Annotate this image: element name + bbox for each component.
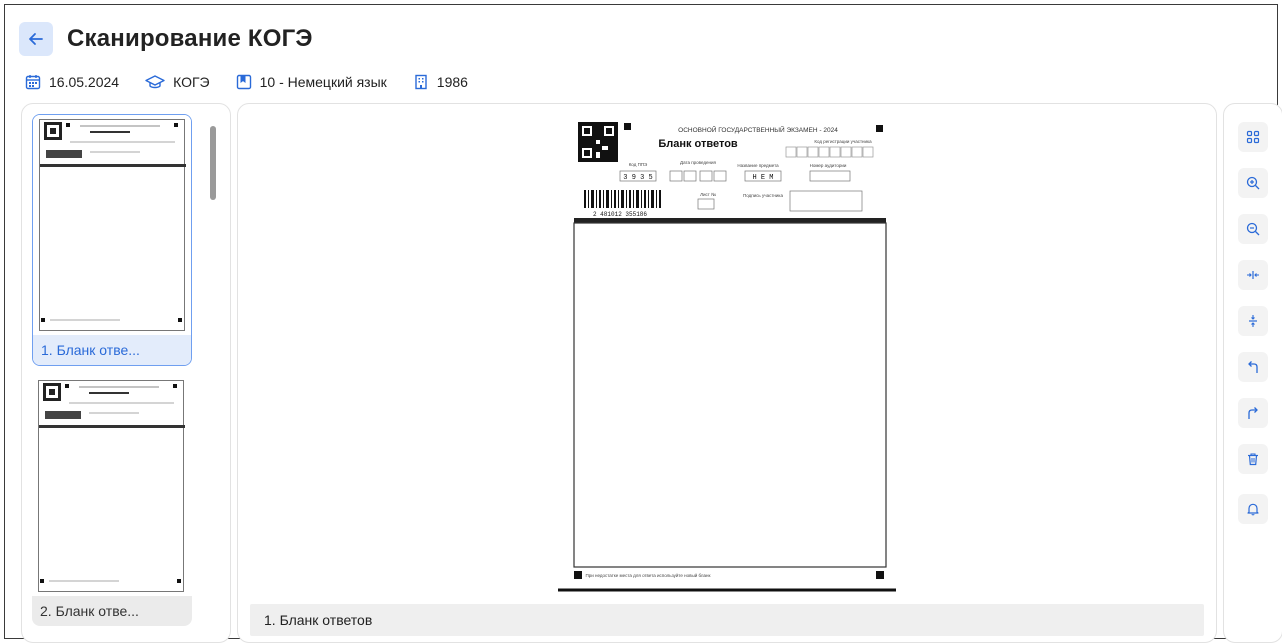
doc-date-label: Дата проведения xyxy=(680,160,717,165)
meta-date-text: 16.05.2024 xyxy=(49,74,120,90)
thumbnail-panel[interactable]: 1. Бланк отве... 2. Бланк отве... xyxy=(21,103,231,643)
answer-sheet-graphic: ОСНОВНОЙ ГОСУДАРСТВЕННЫЙ ЭКЗАМЕН - 2024 … xyxy=(558,122,896,592)
doc-subject-value: Н Е М xyxy=(752,174,773,182)
doc-barcode-text: 2 481012 355186 xyxy=(593,211,647,218)
app-window: Сканирование КОГЭ 16.05.2024 КОГЭ 10 - Н… xyxy=(4,4,1282,643)
document-viewer[interactable]: ОСНОВНОЙ ГОСУДАРСТВЕННЫЙ ЭКЗАМЕН - 2024 … xyxy=(237,103,1217,643)
page-title: Сканирование КОГЭ xyxy=(67,25,313,52)
thumbnail-image xyxy=(32,376,192,596)
fit-width-button[interactable] xyxy=(1238,260,1268,290)
zoom-out-button[interactable] xyxy=(1238,214,1268,244)
doc-ppe-label: Код ППЭ xyxy=(629,162,648,167)
meta-code-text: 1986 xyxy=(436,74,468,90)
rotate-left-icon xyxy=(1248,361,1258,373)
doc-sheet-label: Лист № xyxy=(700,192,716,197)
rotate-right-icon xyxy=(1248,407,1258,419)
mini-form-graphic xyxy=(40,122,186,322)
bell-icon xyxy=(1247,503,1259,516)
scanned-document: ОСНОВНОЙ ГОСУДАРСТВЕННЫЙ ЭКЗАМЕН - 2024 … xyxy=(558,116,896,592)
doc-participant-code-label: Код регистрации участника xyxy=(814,139,872,144)
meta-code: 1986 xyxy=(413,74,468,90)
mini-form-graphic xyxy=(39,383,185,583)
notify-button[interactable] xyxy=(1238,494,1268,524)
thumbnail-label: 2. Бланк отве... xyxy=(32,596,192,626)
thumbnail-label: 1. Бланк отве... xyxy=(33,335,191,365)
back-button[interactable] xyxy=(19,22,53,56)
doc-footer-note: При недостатке места для ответа использу… xyxy=(586,572,711,578)
zoom-out-icon xyxy=(1246,222,1260,236)
doc-ppe-value: 3 9 3 5 xyxy=(623,174,652,182)
graduation-cap-icon xyxy=(145,75,165,89)
calendar-icon xyxy=(25,75,41,90)
meta-subject: 10 - Немецкий язык xyxy=(236,74,387,90)
doc-subject-label: Название предмета xyxy=(737,163,779,168)
doc-heading: ОСНОВНОЙ ГОСУДАРСТВЕННЫЙ ЭКЗАМЕН - 2024 xyxy=(678,125,838,134)
document-caption: 1. Бланк ответов xyxy=(250,604,1204,636)
thumbnail-scrollbar[interactable] xyxy=(210,126,216,200)
rotate-left-button[interactable] xyxy=(1238,352,1268,382)
grid-icon xyxy=(1246,130,1260,144)
building-icon xyxy=(415,74,427,90)
mini-form-sheet xyxy=(39,119,186,331)
page-header: Сканирование КОГЭ xyxy=(19,21,313,57)
thumbnail-page-2[interactable]: 2. Бланк отве... xyxy=(32,376,192,626)
thumbnail-image xyxy=(33,115,191,335)
meta-exam-text: КОГЭ xyxy=(173,74,210,90)
delete-button[interactable] xyxy=(1238,444,1268,474)
barcode-icon xyxy=(584,190,661,208)
fit-height-icon xyxy=(1249,315,1257,327)
arrow-left-icon xyxy=(29,33,43,45)
book-icon xyxy=(236,74,251,90)
rotate-right-button[interactable] xyxy=(1238,398,1268,428)
doc-room-label: Номер аудитории xyxy=(810,163,847,168)
meta-date: 16.05.2024 xyxy=(25,74,119,90)
qr-code-icon xyxy=(578,122,618,162)
viewer-toolbar xyxy=(1223,103,1282,643)
doc-signature-label: Подпись участника xyxy=(743,193,784,198)
fit-width-icon xyxy=(1247,271,1259,279)
zoom-in-icon xyxy=(1246,176,1260,190)
fit-height-button[interactable] xyxy=(1238,306,1268,336)
trash-icon xyxy=(1248,453,1258,466)
thumbnail-page-1[interactable]: 1. Бланк отве... xyxy=(32,114,192,366)
zoom-in-button[interactable] xyxy=(1238,168,1268,198)
mini-form-sheet xyxy=(38,380,185,592)
doc-form-title: Бланк ответов xyxy=(658,138,738,150)
meta-info-row: 16.05.2024 КОГЭ 10 - Немецкий язык 1986 xyxy=(25,69,494,95)
grid-view-button[interactable] xyxy=(1238,122,1268,152)
meta-exam: КОГЭ xyxy=(145,74,210,90)
meta-subject-text: 10 - Немецкий язык xyxy=(259,74,387,90)
